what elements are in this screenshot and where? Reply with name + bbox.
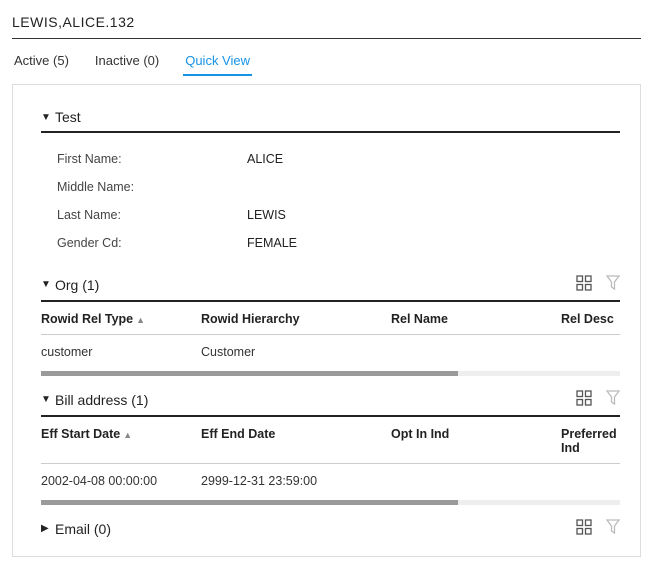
bill-address-table: Eff Start Date▲ Eff End Date Opt In Ind … xyxy=(41,417,620,505)
table-row[interactable]: 2002-04-08 00:00:00 2999-12-31 23:59:00 xyxy=(41,464,620,498)
cell xyxy=(391,345,561,359)
hscroll[interactable] xyxy=(41,371,620,376)
table-row[interactable]: customer Customer xyxy=(41,335,620,369)
caret-right-icon[interactable]: ▶ xyxy=(41,523,55,534)
col-label: Rowid Rel Type xyxy=(41,312,133,326)
caret-down-icon[interactable]: ▼ xyxy=(41,112,55,123)
cell xyxy=(561,474,620,488)
sort-asc-icon: ▲ xyxy=(136,315,145,325)
col-eff-end-date[interactable]: Eff End Date xyxy=(201,427,391,455)
quick-view-panel: ▼ Test First Name: ALICE Middle Name: La… xyxy=(12,84,641,557)
field-label: Gender Cd: xyxy=(57,236,247,250)
hscroll[interactable] xyxy=(41,500,620,505)
caret-down-icon[interactable]: ▼ xyxy=(41,279,55,290)
field-label: Middle Name: xyxy=(57,180,247,194)
hscroll-thumb[interactable] xyxy=(41,500,458,505)
filter-icon[interactable] xyxy=(606,275,620,294)
test-fields: First Name: ALICE Middle Name: Last Name… xyxy=(41,133,620,267)
field-row-first-name: First Name: ALICE xyxy=(57,145,620,173)
tab-inactive[interactable]: Inactive (0) xyxy=(93,49,161,76)
col-rel-desc[interactable]: Rel Desc xyxy=(561,312,620,326)
col-opt-in-ind[interactable]: Opt In Ind xyxy=(391,427,561,455)
org-table: Rowid Rel Type▲ Rowid Hierarchy Rel Name… xyxy=(41,302,620,376)
table-header: Rowid Rel Type▲ Rowid Hierarchy Rel Name… xyxy=(41,302,620,335)
field-value: LEWIS xyxy=(247,208,286,222)
sort-asc-icon: ▲ xyxy=(123,430,132,440)
col-preferred-ind[interactable]: Preferred Ind xyxy=(561,427,620,455)
filter-icon[interactable] xyxy=(606,519,620,538)
grid-icon[interactable] xyxy=(576,519,592,538)
cell: customer xyxy=(41,345,201,359)
field-label: First Name: xyxy=(57,152,247,166)
section-header-email: ▶ Email (0) xyxy=(41,515,620,544)
section-title-email: Email (0) xyxy=(55,521,576,537)
field-row-gender: Gender Cd: FEMALE xyxy=(57,229,620,257)
col-rel-name[interactable]: Rel Name xyxy=(391,312,561,326)
field-value: ALICE xyxy=(247,152,283,166)
section-title-bill-address: Bill address (1) xyxy=(55,392,576,408)
page-title: LEWIS,ALICE.132 xyxy=(12,10,641,39)
field-row-middle-name: Middle Name: xyxy=(57,173,620,201)
hscroll-thumb[interactable] xyxy=(41,371,458,376)
caret-down-icon[interactable]: ▼ xyxy=(41,394,55,405)
grid-icon[interactable] xyxy=(576,390,592,409)
section-header-test: ▼ Test xyxy=(41,105,620,133)
cell: 2002-04-08 00:00:00 xyxy=(41,474,201,488)
field-value: FEMALE xyxy=(247,236,297,250)
col-rowid-hierarchy[interactable]: Rowid Hierarchy xyxy=(201,312,391,326)
cell: 2999-12-31 23:59:00 xyxy=(201,474,391,488)
tabs: Active (5) Inactive (0) Quick View xyxy=(12,39,641,76)
section-header-org: ▼ Org (1) xyxy=(41,271,620,302)
filter-icon[interactable] xyxy=(606,390,620,409)
field-row-last-name: Last Name: LEWIS xyxy=(57,201,620,229)
col-label: Eff Start Date xyxy=(41,427,120,441)
col-rowid-rel-type[interactable]: Rowid Rel Type▲ xyxy=(41,312,201,326)
tab-active[interactable]: Active (5) xyxy=(12,49,71,76)
section-title-test: Test xyxy=(55,109,620,125)
cell xyxy=(391,474,561,488)
table-header: Eff Start Date▲ Eff End Date Opt In Ind … xyxy=(41,417,620,464)
col-eff-start-date[interactable]: Eff Start Date▲ xyxy=(41,427,201,455)
hscroll-track xyxy=(41,371,620,376)
section-header-bill-address: ▼ Bill address (1) xyxy=(41,386,620,417)
tab-quick-view[interactable]: Quick View xyxy=(183,49,252,76)
hscroll-track xyxy=(41,500,620,505)
cell: Customer xyxy=(201,345,391,359)
field-label: Last Name: xyxy=(57,208,247,222)
section-title-org: Org (1) xyxy=(55,277,576,293)
cell xyxy=(561,345,620,359)
grid-icon[interactable] xyxy=(576,275,592,294)
